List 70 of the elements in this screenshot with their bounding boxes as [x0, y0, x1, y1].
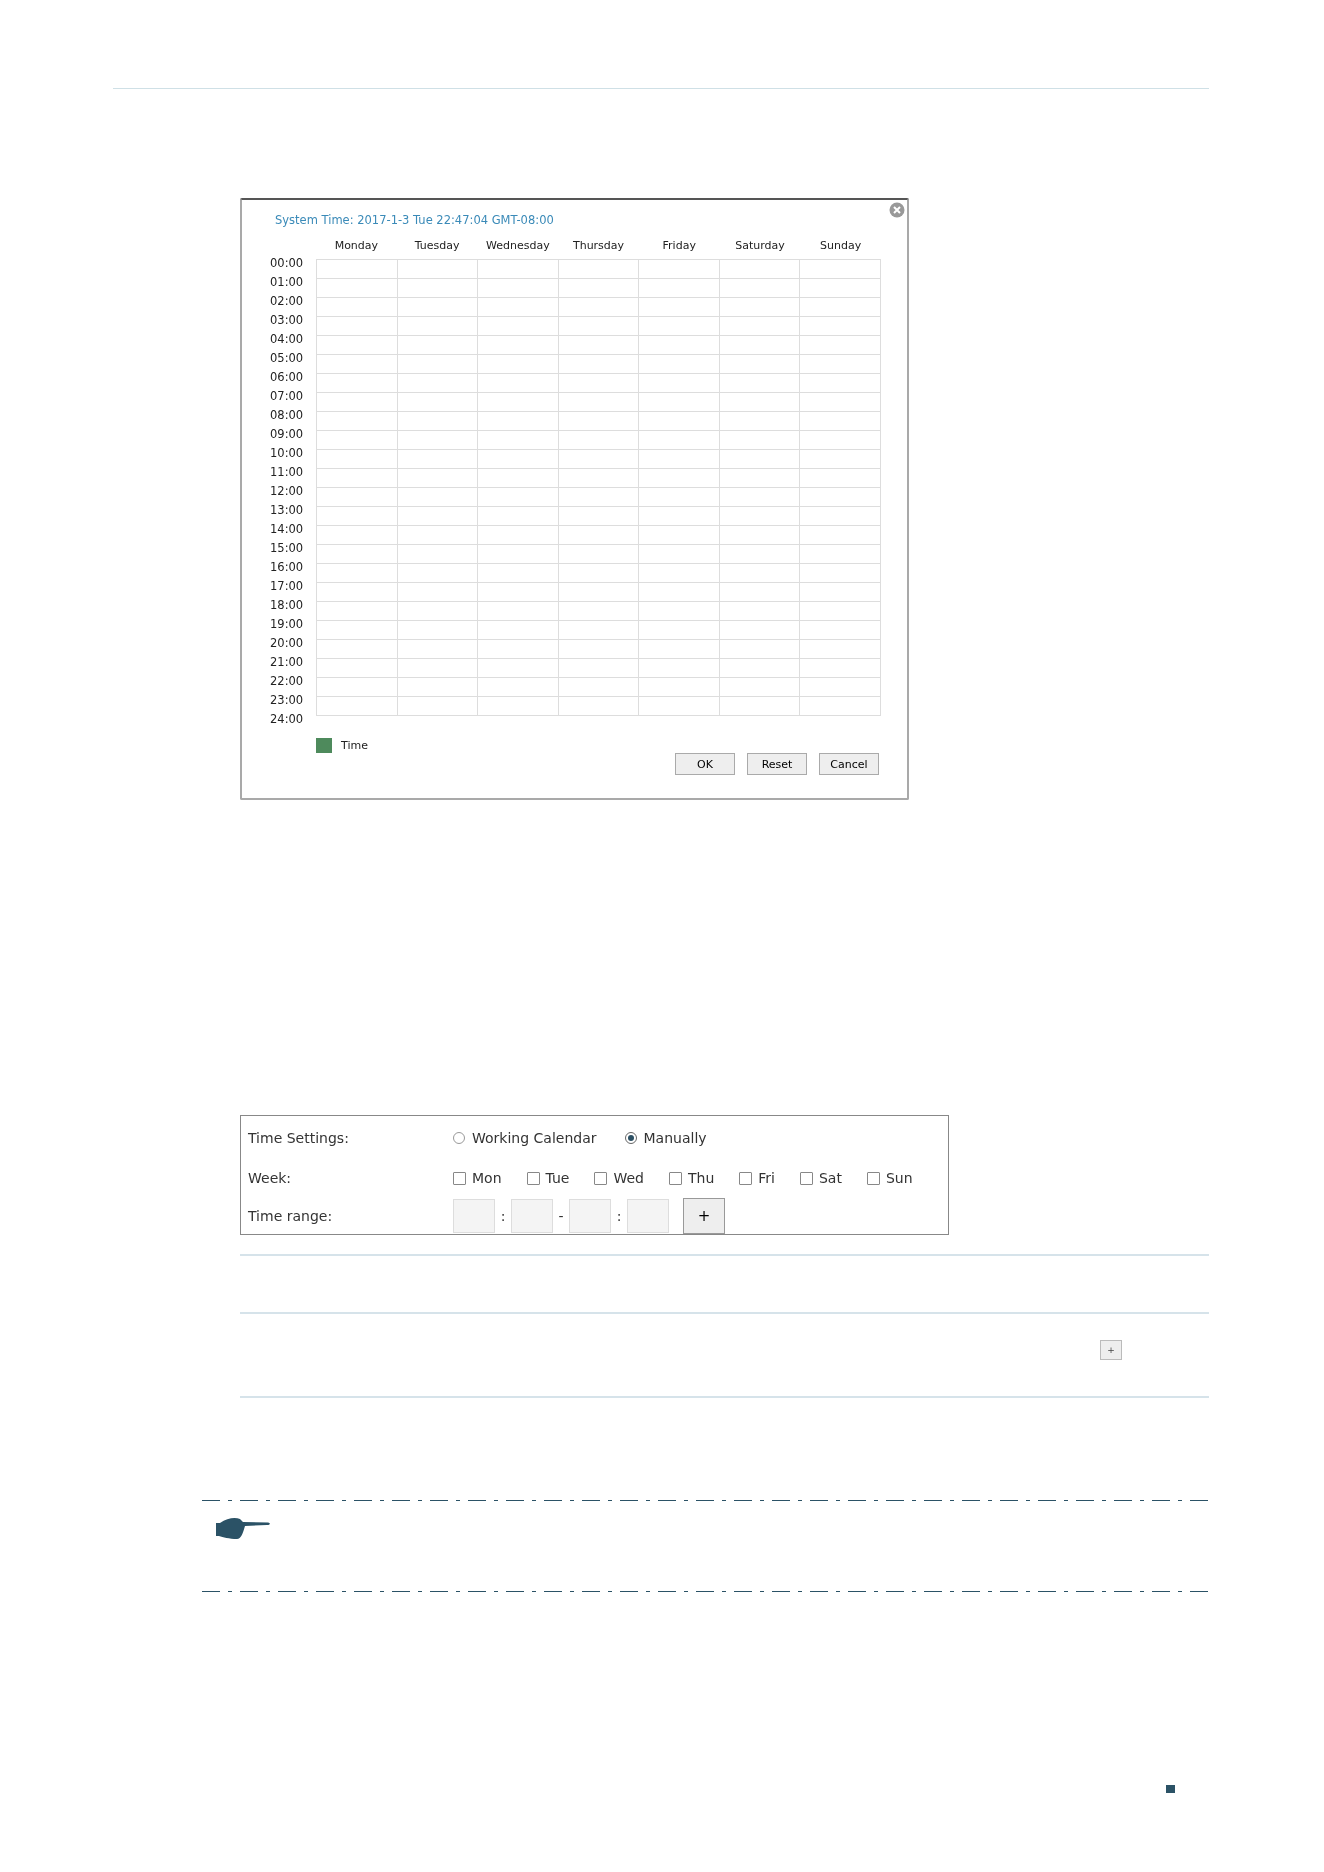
radio-button[interactable]: [453, 1132, 465, 1144]
time-label: 02:00: [270, 293, 305, 310]
checkbox[interactable]: [800, 1171, 813, 1185]
day-label: Sat: [819, 1170, 842, 1186]
day-header: Monday: [333, 239, 380, 254]
day-label: Thu: [688, 1170, 715, 1186]
day-label: Wed: [613, 1170, 644, 1186]
input-field[interactable]: [511, 1199, 553, 1233]
checkbox[interactable]: [594, 1171, 608, 1185]
day-header: Tuesday: [413, 239, 461, 254]
system-time: System Time: 2017-1-3 Tue 22:47:04 GMT-08:00: [275, 213, 554, 227]
day-header: Sunday: [819, 239, 863, 254]
time-label: 16:00: [270, 559, 305, 576]
pointing-hand-icon: [215, 1515, 271, 1541]
time-label: 11:00: [270, 464, 305, 481]
close-icon[interactable]: [889, 202, 905, 218]
time-label: 21:00: [270, 654, 305, 671]
add-button[interactable]: +: [683, 1198, 725, 1234]
time-label: 07:00: [270, 388, 305, 405]
day-label: Tue: [545, 1170, 570, 1186]
checkbox[interactable]: [669, 1171, 682, 1185]
day-header: Wednesday: [484, 239, 551, 254]
reset-button[interactable]: Reset: [747, 753, 807, 775]
time-label: 17:00: [270, 578, 305, 595]
time-label: 22:00: [270, 673, 305, 690]
time-label: 24:00: [270, 711, 305, 728]
checkbox[interactable]: [526, 1171, 540, 1185]
time-label: 09:00: [270, 426, 305, 443]
day-label: Mon: [472, 1170, 502, 1186]
option-label: Manually: [643, 1130, 707, 1146]
field-label: Week:: [248, 1170, 293, 1186]
time-label: 05:00: [270, 350, 305, 367]
time-label: 00:00: [270, 255, 305, 272]
radio-button[interactable]: [624, 1132, 637, 1144]
option-label: Working Calendar: [472, 1130, 597, 1146]
input-field[interactable]: [569, 1199, 611, 1233]
time-label: 13:00: [270, 502, 305, 519]
day-label: Fri: [758, 1170, 775, 1186]
checkbox[interactable]: [866, 1171, 880, 1185]
field-label: Time range:: [248, 1208, 334, 1224]
day-header: Thursday: [571, 239, 626, 254]
time-label: 12:00: [270, 483, 305, 500]
legend-label: Time: [341, 739, 368, 752]
time-label: 04:00: [270, 331, 305, 348]
time-label: 18:00: [270, 597, 305, 614]
time-label: 20:00: [270, 635, 305, 652]
checkbox[interactable]: [453, 1171, 466, 1185]
add-button[interactable]: +: [1100, 1340, 1122, 1360]
time-label: 14:00: [270, 521, 305, 538]
field-label: Time Settings:: [248, 1130, 350, 1146]
time-label: 19:00: [270, 616, 305, 633]
time-label: 15:00: [270, 540, 305, 557]
day-header: Saturday: [734, 239, 786, 254]
input-field[interactable]: [453, 1199, 495, 1233]
separator: :: [499, 1208, 507, 1224]
cancel-button[interactable]: Cancel: [819, 753, 879, 775]
ok-button[interactable]: OK: [675, 753, 735, 775]
time-label: 08:00: [270, 407, 305, 424]
day-label: Sun: [885, 1170, 913, 1186]
page-marker-icon: [1166, 1785, 1175, 1793]
separator: -: [557, 1208, 565, 1224]
day-header: Friday: [661, 239, 697, 254]
input-field[interactable]: [627, 1199, 669, 1233]
checkbox[interactable]: [739, 1171, 753, 1185]
time-label: 06:00: [270, 369, 305, 386]
time-label: 01:00: [270, 274, 305, 291]
time-label: 10:00: [270, 445, 305, 462]
time-label: 23:00: [270, 692, 305, 709]
time-label: 03:00: [270, 312, 305, 329]
separator: :: [615, 1208, 623, 1224]
